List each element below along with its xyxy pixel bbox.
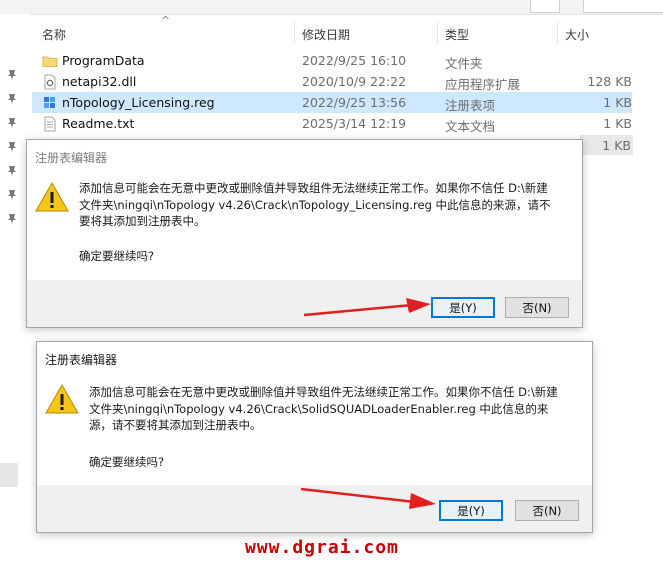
warning-icon — [45, 384, 79, 414]
dialog-title: 注册表编辑器 — [35, 151, 108, 165]
file-type: 文本文档 — [445, 119, 496, 134]
file-date: 2025/3/14 12:19 — [302, 116, 407, 131]
column-date[interactable]: 修改日期 — [302, 26, 350, 43]
column-type[interactable]: 类型 — [445, 26, 469, 43]
dialog-title-bar[interactable]: 注册表编辑器 — [27, 140, 582, 170]
pin-icon[interactable] — [6, 90, 18, 104]
sort-ascending-icon: ^ — [161, 14, 171, 27]
file-date: 2022/9/25 16:10 — [302, 53, 407, 68]
file-name: netapi32.dll — [62, 74, 137, 89]
warning-icon — [35, 182, 69, 212]
pin-icon[interactable] — [6, 114, 18, 128]
no-button[interactable]: 否(N) — [505, 297, 569, 318]
file-name: nTopology_Licensing.reg — [62, 95, 215, 110]
refresh-button[interactable] — [530, 0, 560, 13]
yes-button[interactable]: 是(Y) — [439, 500, 503, 521]
file-size: 1 KB — [603, 116, 632, 131]
address-bar-strip — [0, 0, 663, 15]
file-name: ProgramData — [62, 53, 145, 68]
table-row[interactable]: 1 KB — [580, 135, 633, 155]
pin-icon[interactable] — [6, 66, 18, 80]
column-size[interactable]: 大小 — [565, 26, 589, 43]
file-date: 2022/9/25 13:56 — [302, 95, 407, 110]
file-size: 1 KB — [603, 95, 632, 110]
file-type: 注册表项 — [445, 98, 496, 113]
pin-icon[interactable] — [6, 210, 18, 224]
red-arrow-annotation — [303, 298, 431, 317]
table-row[interactable]: nTopology_Licensing.reg 2022/9/25 13:56 注册… — [32, 92, 632, 113]
no-button[interactable]: 否(N) — [515, 500, 579, 521]
dialog-message: 添加信息可能会在无意中更改或删除值并导致组件无法继续正常工作。如果你不信任 D:… — [79, 181, 551, 228]
file-size: 128 KB — [587, 74, 632, 89]
confirm-text: 确定要继续吗? — [79, 249, 155, 263]
dialog-content: 添加信息可能会在无意中更改或删除值并导致组件无法继续正常工作。如果你不信任 D:… — [27, 170, 582, 280]
folder-icon — [42, 53, 58, 69]
column-name[interactable]: 名称 — [42, 26, 66, 43]
dll-file-icon — [42, 74, 58, 90]
watermark-text: www.dgrai.com — [245, 537, 399, 558]
yes-button[interactable]: 是(Y) — [431, 297, 495, 318]
pin-icon[interactable] — [6, 162, 18, 176]
table-row[interactable]: ProgramData 2022/9/25 16:10 文件夹 — [32, 50, 632, 71]
file-name: Readme.txt — [62, 116, 135, 131]
table-row[interactable]: netapi32.dll 2020/10/9 22:22 应用程序扩展 128 KB — [32, 71, 632, 92]
pin-icon[interactable] — [6, 138, 18, 152]
dialog-content: 添加信息可能会在无意中更改或删除值并导致组件无法继续正常工作。如果你不信任 D:… — [37, 372, 592, 485]
text-file-icon — [42, 116, 58, 132]
dialog-title-bar[interactable]: 注册表编辑器 — [37, 342, 592, 372]
file-date: 2020/10/9 22:22 — [302, 74, 407, 89]
pin-icon[interactable] — [6, 186, 18, 200]
nav-selected-item[interactable] — [0, 463, 18, 487]
red-arrow-annotation — [300, 487, 436, 509]
file-type: 应用程序扩展 — [445, 77, 521, 92]
table-row[interactable]: Readme.txt 2025/3/14 12:19 文本文档 1 KB — [32, 113, 632, 134]
search-box[interactable] — [583, 0, 663, 13]
registry-file-icon — [42, 95, 58, 111]
dialog-title: 注册表编辑器 — [45, 353, 118, 367]
file-type: 文件夹 — [445, 56, 483, 71]
column-header: ^ 名称 修改日期 类型 大小 — [32, 14, 663, 46]
confirm-text: 确定要继续吗? — [89, 455, 165, 469]
dialog-message: 添加信息可能会在无意中更改或删除值并导致组件无法继续正常工作。如果你不信任 D:… — [89, 385, 558, 432]
